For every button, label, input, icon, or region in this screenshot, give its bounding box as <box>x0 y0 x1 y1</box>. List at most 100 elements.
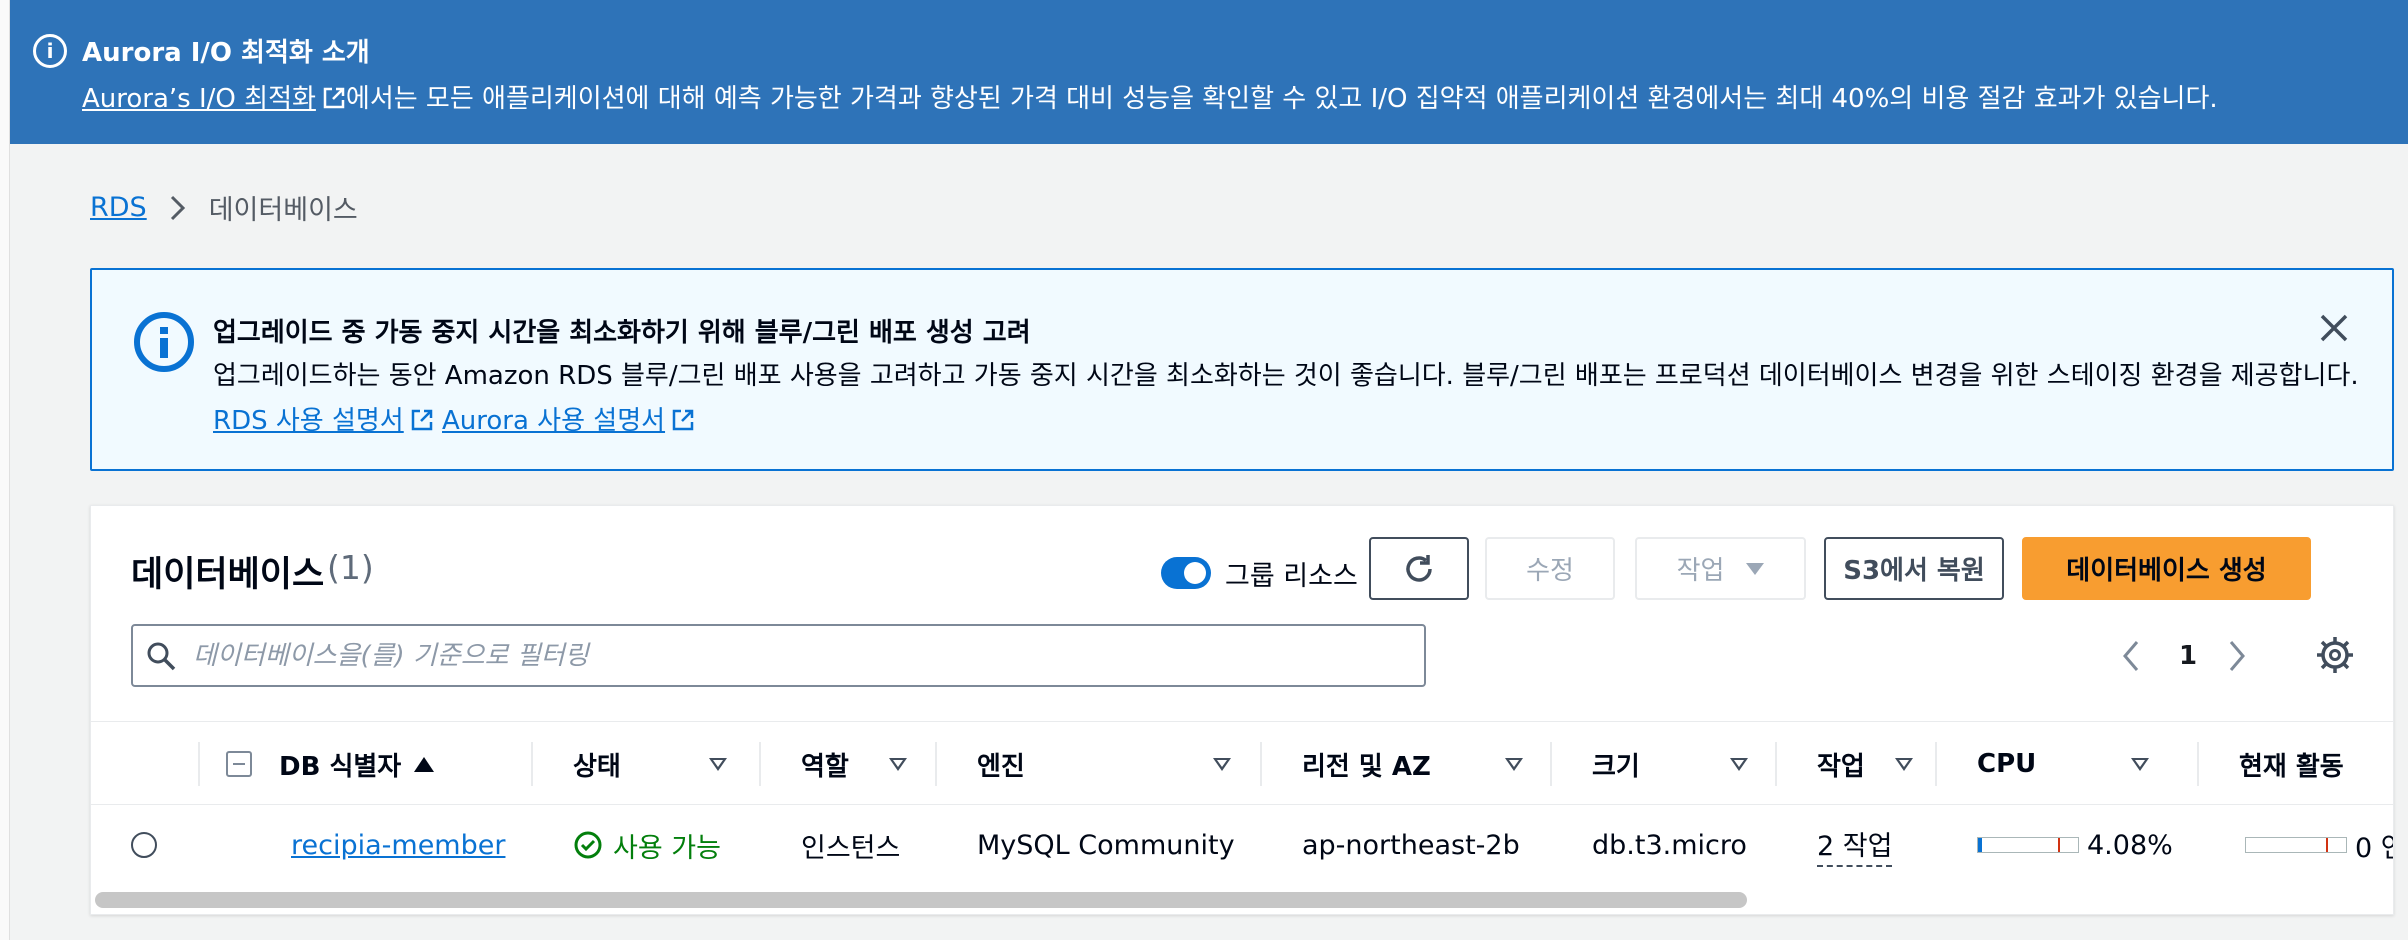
column-label: 상태 <box>573 751 621 782</box>
column-actions[interactable]: 작업 <box>1775 722 1935 806</box>
divider <box>531 742 533 786</box>
activity-threshold-mark <box>2326 838 2328 852</box>
column-label: 작업 <box>1817 751 1865 782</box>
engine-cell: MySQL Community <box>977 829 1235 861</box>
alert-title: 업그레이드 중 가동 중지 시간을 최소화하기 위해 블루/그린 배포 생성 고… <box>213 318 1031 348</box>
column-status[interactable]: 상태 <box>531 722 772 806</box>
sort-icon <box>2131 758 2149 771</box>
announcement-banner: i Aurora I/O 최적화 소개 Aurora’s I/O 최적화 에서는 … <box>10 0 2408 144</box>
refresh-icon <box>1406 554 1432 582</box>
table-row: recipia-member 사용 가능 인스턴스 MySQL Communit… <box>91 805 2393 885</box>
divider <box>935 742 937 786</box>
cpu-value: 4.08% <box>2087 829 2173 861</box>
row-select-radio[interactable] <box>131 832 157 858</box>
sort-ascending-icon <box>414 757 434 772</box>
gear-icon[interactable] <box>2313 633 2357 677</box>
activity-progress-bar <box>2245 837 2347 853</box>
aurora-guide-label: Aurora 사용 설명서 <box>442 406 666 436</box>
alert-text: 업그레이드하는 동안 Amazon RDS 블루/그린 배포 사용을 고려하고 … <box>213 361 2359 391</box>
column-size[interactable]: 크기 <box>1550 722 1775 806</box>
sort-icon <box>1505 758 1523 771</box>
banner-title: Aurora I/O 최적화 소개 <box>82 38 370 68</box>
current-page[interactable]: 1 <box>2179 632 2197 680</box>
rds-guide-link[interactable]: RDS 사용 설명서 <box>213 406 434 436</box>
aurora-io-link-label: Aurora’s I/O 최적화 <box>82 84 316 114</box>
column-db-identifier[interactable]: DB 식별자 <box>279 722 447 806</box>
breadcrumb-rds-link[interactable]: RDS <box>90 192 147 223</box>
sort-icon <box>889 758 907 771</box>
column-label: 역할 <box>801 751 849 782</box>
group-resources-toggle[interactable] <box>1161 557 1211 589</box>
pending-actions-link[interactable]: 2 작업 <box>1817 824 1893 867</box>
sort-icon <box>1895 758 1913 771</box>
cpu-progress-fill <box>1978 838 1983 852</box>
column-engine[interactable]: 엔진 <box>935 722 1260 806</box>
create-database-button[interactable]: 데이터베이스 생성 <box>2022 537 2311 600</box>
aurora-io-link[interactable]: Aurora’s I/O 최적화 <box>82 84 346 114</box>
sort-icon <box>1730 758 1748 771</box>
check-circle-icon <box>574 831 602 859</box>
external-link-icon <box>672 409 694 431</box>
alert-body: 업그레이드하는 동안 Amazon RDS 블루/그린 배포 사용을 고려하고 … <box>213 354 2373 444</box>
cpu-threshold-mark <box>2058 838 2060 852</box>
restore-label: S3에서 복원 <box>1843 556 1985 586</box>
toggle-knob <box>1184 562 1206 584</box>
role-cell: 인스턴스 <box>801 832 901 864</box>
sort-icon <box>1213 758 1231 771</box>
breadcrumb: RDS 데이터베이스 <box>90 188 358 227</box>
filter-input[interactable] <box>193 636 1393 676</box>
chevron-right-icon <box>170 195 185 220</box>
column-label: 엔진 <box>977 751 1025 782</box>
rds-guide-label: RDS 사용 설명서 <box>213 406 404 436</box>
column-cpu[interactable]: CPU <box>1935 722 2180 806</box>
restore-from-s3-button[interactable]: S3에서 복원 <box>1824 537 2004 600</box>
group-resources-label: 그룹 리소스 <box>1225 561 1358 592</box>
divider <box>759 742 761 786</box>
banner-text: 에서는 모든 애플리케이션에 대해 예측 가능한 가격과 향상된 가격 대비 성… <box>345 84 2218 114</box>
status-text: 사용 가능 <box>613 832 721 864</box>
cpu-cell: 4.08% <box>1977 805 2173 885</box>
column-current-activity[interactable]: 현재 활동 <box>2197 722 2393 806</box>
actions-cell: 2 작업 <box>1817 805 1893 885</box>
external-link-icon <box>323 87 345 109</box>
column-label: 크기 <box>1592 751 1640 782</box>
modify-button[interactable]: 수정 <box>1485 537 1615 600</box>
divider <box>198 742 200 786</box>
breadcrumb-current: 데이터베이스 <box>208 195 358 226</box>
column-label: CPU <box>1977 749 2037 779</box>
column-label: 현재 활동 <box>2239 751 2344 782</box>
actions-label: 작업 <box>1676 556 1725 586</box>
header-divider <box>198 722 200 806</box>
previous-page-button[interactable] <box>2117 632 2153 680</box>
status-cell: 사용 가능 <box>573 805 721 885</box>
select-all-checkbox[interactable] <box>226 751 252 777</box>
modify-label: 수정 <box>1526 556 1574 586</box>
refresh-button[interactable] <box>1369 537 1469 600</box>
chevron-right-icon <box>2229 641 2245 671</box>
db-identifier-link[interactable]: recipia-member <box>291 830 505 861</box>
search-icon <box>147 642 176 671</box>
horizontal-scrollbar[interactable] <box>95 892 1747 908</box>
divider <box>1935 742 1937 786</box>
next-page-button[interactable] <box>2223 632 2259 680</box>
activity-cell: 0 연 <box>2245 805 2393 885</box>
actions-dropdown-button[interactable]: 작업 <box>1635 537 1806 600</box>
close-icon[interactable] <box>2314 308 2354 348</box>
caret-down-icon <box>1746 562 1765 575</box>
cpu-progress-bar <box>1977 837 2079 853</box>
info-icon <box>134 312 194 372</box>
column-label: DB 식별자 <box>279 751 402 782</box>
size-cell: db.t3.micro <box>1592 829 1747 861</box>
aurora-guide-link[interactable]: Aurora 사용 설명서 <box>442 406 695 436</box>
activity-value: 0 연 <box>2355 832 2393 864</box>
banner-body: Aurora’s I/O 최적화 에서는 모든 애플리케이션에 대해 예측 가능한… <box>82 78 2218 115</box>
blue-green-alert: 업그레이드 중 가동 중지 시간을 최소화하기 위해 블루/그린 배포 생성 고… <box>90 268 2394 471</box>
table-header: DB 식별자 상태 역할 엔진 리전 및 AZ 크기 작업 CPU 현재 활동 <box>91 721 2393 806</box>
external-link-icon <box>411 409 432 431</box>
db-identifier-cell: recipia-member <box>291 805 505 885</box>
column-region-az[interactable]: 리전 및 AZ <box>1260 722 1550 806</box>
divider <box>1260 742 1262 786</box>
databases-panel: 데이터베이스 (1) 그룹 리소스 수정 작업 S3에서 복원 데이터베이스 생… <box>90 505 2394 915</box>
region-az-cell: ap-northeast-2b <box>1302 829 1520 861</box>
column-role[interactable]: 역할 <box>759 722 935 806</box>
